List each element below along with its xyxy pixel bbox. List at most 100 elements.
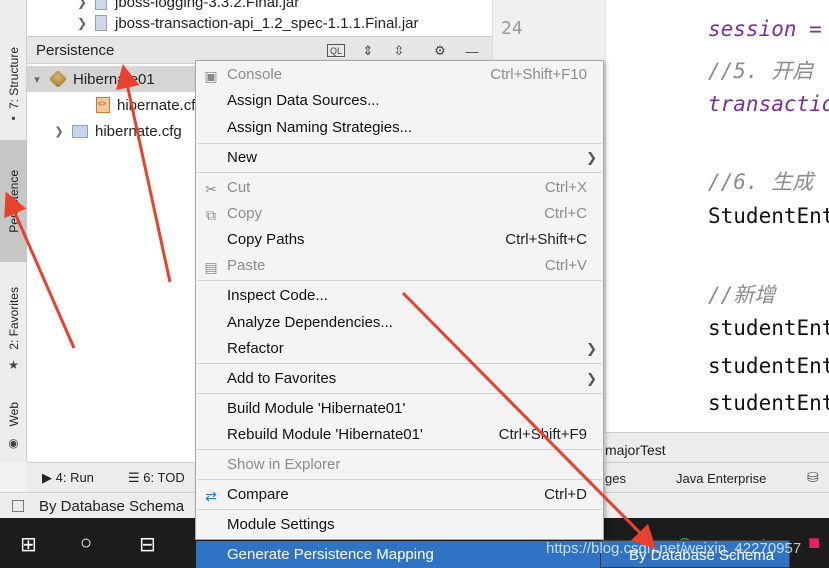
database-icon[interactable]: ⛁ <box>807 469 819 486</box>
menu-separator <box>197 393 602 394</box>
tab-run[interactable]: ▶ 4: Run <box>42 470 94 486</box>
menu-item-refactor[interactable]: Refactor ❯ <box>196 336 603 362</box>
tree-item-hibernate-cfg[interactable]: ❯ hibernate.cfg <box>53 118 182 144</box>
menu-item-compare[interactable]: ⇄ Compare Ctrl+D <box>196 482 603 508</box>
menu-separator <box>197 449 602 450</box>
menu-item-add-to-favorites[interactable]: Add to Favorites ❯ <box>196 366 603 392</box>
tab-todo[interactable]: ☰ 6: TOD <box>128 470 185 486</box>
search-circle-icon[interactable]: ○ <box>80 532 92 555</box>
file-name: jboss-logging-3.3.2.Final.jar <box>115 0 300 11</box>
tab-web-label: Web <box>6 401 21 427</box>
module-folder-icon <box>72 124 88 138</box>
code-line: session = <box>708 17 822 41</box>
menu-item-label: Build Module 'Hibernate01' <box>227 400 406 417</box>
menu-item-show-in-explorer[interactable]: Show in Explorer <box>196 452 603 478</box>
menu-item-analyze-dependencies[interactable]: Analyze Dependencies... <box>196 310 603 336</box>
menu-item-label: Assign Naming Strategies... <box>227 119 413 136</box>
menu-item-assign-naming-strategies[interactable]: Assign Naming Strategies... <box>196 115 603 141</box>
tab-java-enterprise[interactable]: Java Enterprise <box>676 471 766 486</box>
menu-item-console[interactable]: ▣ Console Ctrl+Shift+F10 <box>196 62 603 88</box>
gear-icon[interactable]: ⚙ <box>431 42 449 60</box>
ql-console-icon[interactable]: QL <box>327 44 345 57</box>
menu-separator <box>197 172 602 173</box>
tab-web[interactable]: Web <box>0 400 27 428</box>
jar-icon <box>95 0 107 10</box>
menu-item-inspect-code[interactable]: Inspect Code... <box>196 283 603 309</box>
submenu-arrow-icon: ❯ <box>586 371 597 386</box>
tab-run-label: 4: Run <box>55 470 94 485</box>
task-view-icon[interactable]: ⊟ <box>139 532 156 557</box>
menu-item-label: Module Settings <box>227 516 335 533</box>
scissors-icon: ✂ <box>205 181 217 197</box>
menu-item-rebuild-module[interactable]: Rebuild Module 'Hibernate01' Ctrl+Shift+… <box>196 422 603 448</box>
tab-persistence[interactable]: Persistence <box>0 140 27 262</box>
star-icon: ★ <box>8 358 19 372</box>
menu-item-label: Add to Favorites <box>227 370 337 387</box>
menu-item-shortcut: Ctrl+Shift+C <box>505 231 587 248</box>
menu-item-shortcut: Ctrl+C <box>544 205 587 222</box>
console-icon: ▣ <box>204 68 218 84</box>
compare-arrows-icon: ⇄ <box>205 488 217 504</box>
menu-item-label: Assign Data Sources... <box>227 92 380 109</box>
code-line: studentEnt <box>708 354 829 378</box>
minimize-icon[interactable]: — <box>463 42 481 60</box>
menu-item-shortcut: Ctrl+Shift+F9 <box>498 426 587 443</box>
menu-item-build-module[interactable]: Build Module 'Hibernate01' <box>196 396 603 422</box>
tree-item-label: hibernate.cfg <box>117 96 204 114</box>
code-line: //6. 生成 <box>708 170 814 194</box>
menu-item-label: New <box>227 149 258 166</box>
menu-item-new[interactable]: New ❯ <box>196 145 603 171</box>
tab-todo-label: 6: TOD <box>143 470 185 485</box>
menu-item-module-settings[interactable]: Module Settings <box>196 512 603 538</box>
collapse-all-icon[interactable]: ⇳ <box>390 42 408 60</box>
clipboard-icon: ▤ <box>204 259 218 275</box>
menu-separator <box>197 509 602 510</box>
app-icon[interactable]: ■ <box>808 532 820 555</box>
submenu-arrow-icon: ❯ <box>586 341 597 356</box>
file-row[interactable]: ❯ jboss-logging-3.3.2.Final.jar <box>77 0 299 12</box>
globe-icon: ◉ <box>8 436 19 450</box>
menu-item-paste[interactable]: ▤ Paste Ctrl+V <box>196 253 603 279</box>
structure-icon: ▪ <box>11 111 16 125</box>
hibernate-icon <box>48 69 68 89</box>
code-line: //新增 <box>708 283 776 307</box>
menu-item-label: Compare <box>227 486 289 503</box>
menu-item-label: Rebuild Module 'Hibernate01' <box>227 426 423 443</box>
menu-item-copy[interactable]: ⧉ Copy Ctrl+C <box>196 201 603 227</box>
tab-partial[interactable]: ges <box>605 471 626 486</box>
menu-separator <box>197 143 602 144</box>
tree-item-label: Hibernate01 <box>73 70 155 88</box>
chevron-right-icon[interactable]: ❯ <box>77 0 87 9</box>
tab-favorites[interactable]: 2: Favorites <box>0 280 27 356</box>
chevron-right-icon[interactable]: ❯ <box>53 125 65 138</box>
menu-separator <box>197 280 602 281</box>
menu-item-copy-paths[interactable]: Copy Paths Ctrl+Shift+C <box>196 227 603 253</box>
tree-item-label: hibernate.cfg <box>95 122 182 140</box>
menu-item-label: Paste <box>227 257 266 274</box>
tab-structure-label: 7: Structure <box>6 46 21 110</box>
expand-all-icon[interactable]: ⇕ <box>359 42 377 60</box>
submenu-arrow-icon: ❯ <box>586 150 597 165</box>
menu-item-label: Generate Persistence Mapping <box>227 546 434 563</box>
jar-icon <box>95 15 107 31</box>
status-text: By Database Schema <box>39 498 185 515</box>
chevron-down-icon[interactable]: ▾ <box>31 73 43 86</box>
run-config-tab[interactable]: majorTest <box>605 432 829 462</box>
windows-start-icon[interactable]: ⊞ <box>20 532 37 557</box>
menu-item-shortcut: Ctrl+Shift+F10 <box>490 66 587 83</box>
menu-item-generate-persistence-mapping[interactable]: Generate Persistence Mapping <box>196 541 603 568</box>
menu-item-label: Console <box>227 66 283 83</box>
menu-separator <box>197 479 602 480</box>
project-files: ❯ jboss-logging-3.3.2.Final.jar ❯ jboss-… <box>27 0 492 36</box>
menu-item-assign-data-sources[interactable]: Assign Data Sources... <box>196 88 603 114</box>
panel-title: Persistence <box>36 41 115 59</box>
chevron-right-icon[interactable]: ❯ <box>77 16 87 30</box>
menu-item-label: Refactor <box>227 340 284 357</box>
menu-item-cut[interactable]: ✂ Cut Ctrl+X <box>196 175 603 201</box>
watermark-text: https://blog.csdn.net/weixin_42270957 <box>546 540 802 557</box>
tree-item-hibernate-cfg[interactable]: hibernate.cfg <box>77 92 204 118</box>
copy-icon: ⧉ <box>206 207 216 223</box>
file-row[interactable]: ❯ jboss-transaction-api_1.2_spec-1.1.1.F… <box>77 13 419 33</box>
tab-persistence-label: Persistence <box>6 169 21 233</box>
left-tool-stripe: 7: Structure ▪ Persistence 2: Favorites … <box>0 0 27 462</box>
